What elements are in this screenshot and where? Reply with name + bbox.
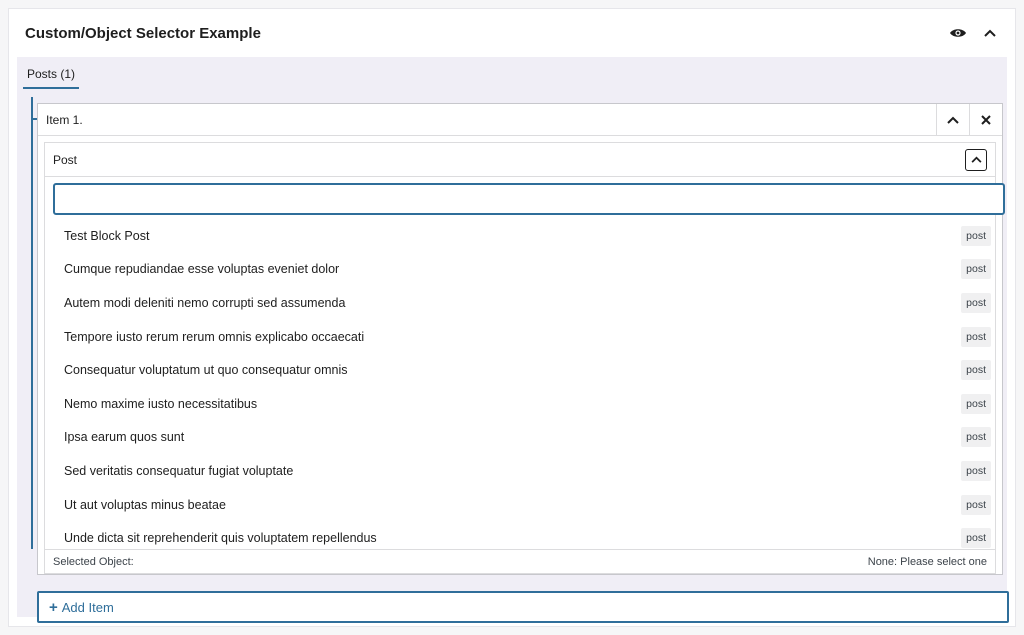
result-type-badge: post: [961, 292, 991, 313]
add-item-label: Add Item: [61, 599, 114, 615]
result-type-badge: post: [961, 494, 991, 515]
list-item[interactable]: Cumque repudiandae esse voluptas eveniet…: [53, 253, 991, 287]
add-item-button[interactable]: + Add Item: [37, 591, 1009, 623]
result-type-badge: post: [961, 528, 991, 549]
close-icon: [981, 114, 991, 125]
list-item[interactable]: Consequatur voluptatum ut quo consequatu…: [53, 353, 991, 387]
selected-object-label: Selected Object:: [53, 555, 134, 568]
item-header[interactable]: Item 1.: [38, 104, 1002, 136]
results-list: Test Block Post post Cumque repudiandae e…: [53, 219, 991, 555]
search-input[interactable]: [53, 183, 1005, 215]
list-item[interactable]: Ut aut voluptas minus beatae post: [53, 488, 991, 522]
result-title: Ut aut voluptas minus beatae: [64, 497, 226, 512]
list-item[interactable]: Nemo maxime iusto necessitatibus post: [53, 387, 991, 421]
result-type-badge: post: [961, 259, 991, 280]
chevron-up-icon: [971, 156, 981, 163]
post-selector-field: Post Test Block Post post Cumque repudian…: [44, 142, 1005, 574]
repeater-item: Item 1. Post Test Block Post post Cumque…: [37, 103, 1005, 575]
list-item[interactable]: Autem modi deleniti nemo corrupti sed as…: [53, 286, 991, 320]
result-title: Autem modi deleniti nemo corrupti sed as…: [64, 295, 346, 310]
panel-title: Custom/Object Selector Example: [25, 24, 261, 42]
list-item[interactable]: Sed veritatis consequatur fugiat volupta…: [53, 454, 991, 488]
item-collapse-button[interactable]: [936, 104, 969, 135]
result-type-badge: post: [961, 225, 991, 246]
result-type-badge: post: [961, 393, 991, 414]
chevron-up-icon[interactable]: [981, 24, 999, 42]
list-item[interactable]: Tempore iusto rerum rerum omnis explicab…: [53, 320, 991, 354]
field-collapse-button[interactable]: [965, 148, 987, 171]
panel-header-actions: [949, 24, 999, 42]
result-type-badge: post: [961, 460, 991, 481]
result-title: Cumque repudiandae esse voluptas eveniet…: [64, 262, 340, 277]
item-title: Item 1.: [46, 112, 83, 127]
result-title: Nemo maxime iusto necessitatibus: [64, 396, 258, 411]
tab-posts[interactable]: Posts (1): [23, 65, 80, 89]
result-title: Unde dicta sit reprehenderit quis volupt…: [64, 531, 377, 546]
list-item[interactable]: Ipsa earum quos sunt post: [53, 421, 991, 455]
panel-body: Posts (1) Item 1. Post Test Block Post p…: [17, 57, 1009, 623]
result-title: Ipsa earum quos sunt: [64, 430, 185, 445]
result-title: Test Block Post: [64, 228, 150, 243]
selected-object-footer: Selected Object: None: Please select one: [45, 549, 995, 573]
options-panel: Custom/Object Selector Example Posts (1)…: [8, 8, 1016, 627]
result-title: Tempore iusto rerum rerum omnis explicab…: [64, 329, 365, 344]
result-title: Sed veritatis consequatur fugiat volupta…: [64, 463, 294, 478]
plus-icon: +: [49, 598, 58, 616]
result-type-badge: post: [961, 427, 991, 448]
chevron-up-icon: [947, 116, 959, 124]
item-remove-button[interactable]: [969, 104, 1002, 135]
eye-icon[interactable]: [949, 24, 967, 42]
field-label: Post: [53, 152, 78, 167]
result-type-badge: post: [961, 326, 991, 347]
result-title: Consequatur voluptatum ut quo consequatu…: [64, 363, 348, 378]
panel-header: Custom/Object Selector Example: [9, 9, 1015, 57]
tree-connector-line: [31, 97, 33, 549]
selected-object-value: None: Please select one: [867, 555, 987, 568]
result-type-badge: post: [961, 360, 991, 381]
item-actions: [936, 104, 1002, 135]
list-item[interactable]: Test Block Post post: [53, 219, 991, 253]
field-header: Post: [45, 143, 995, 177]
